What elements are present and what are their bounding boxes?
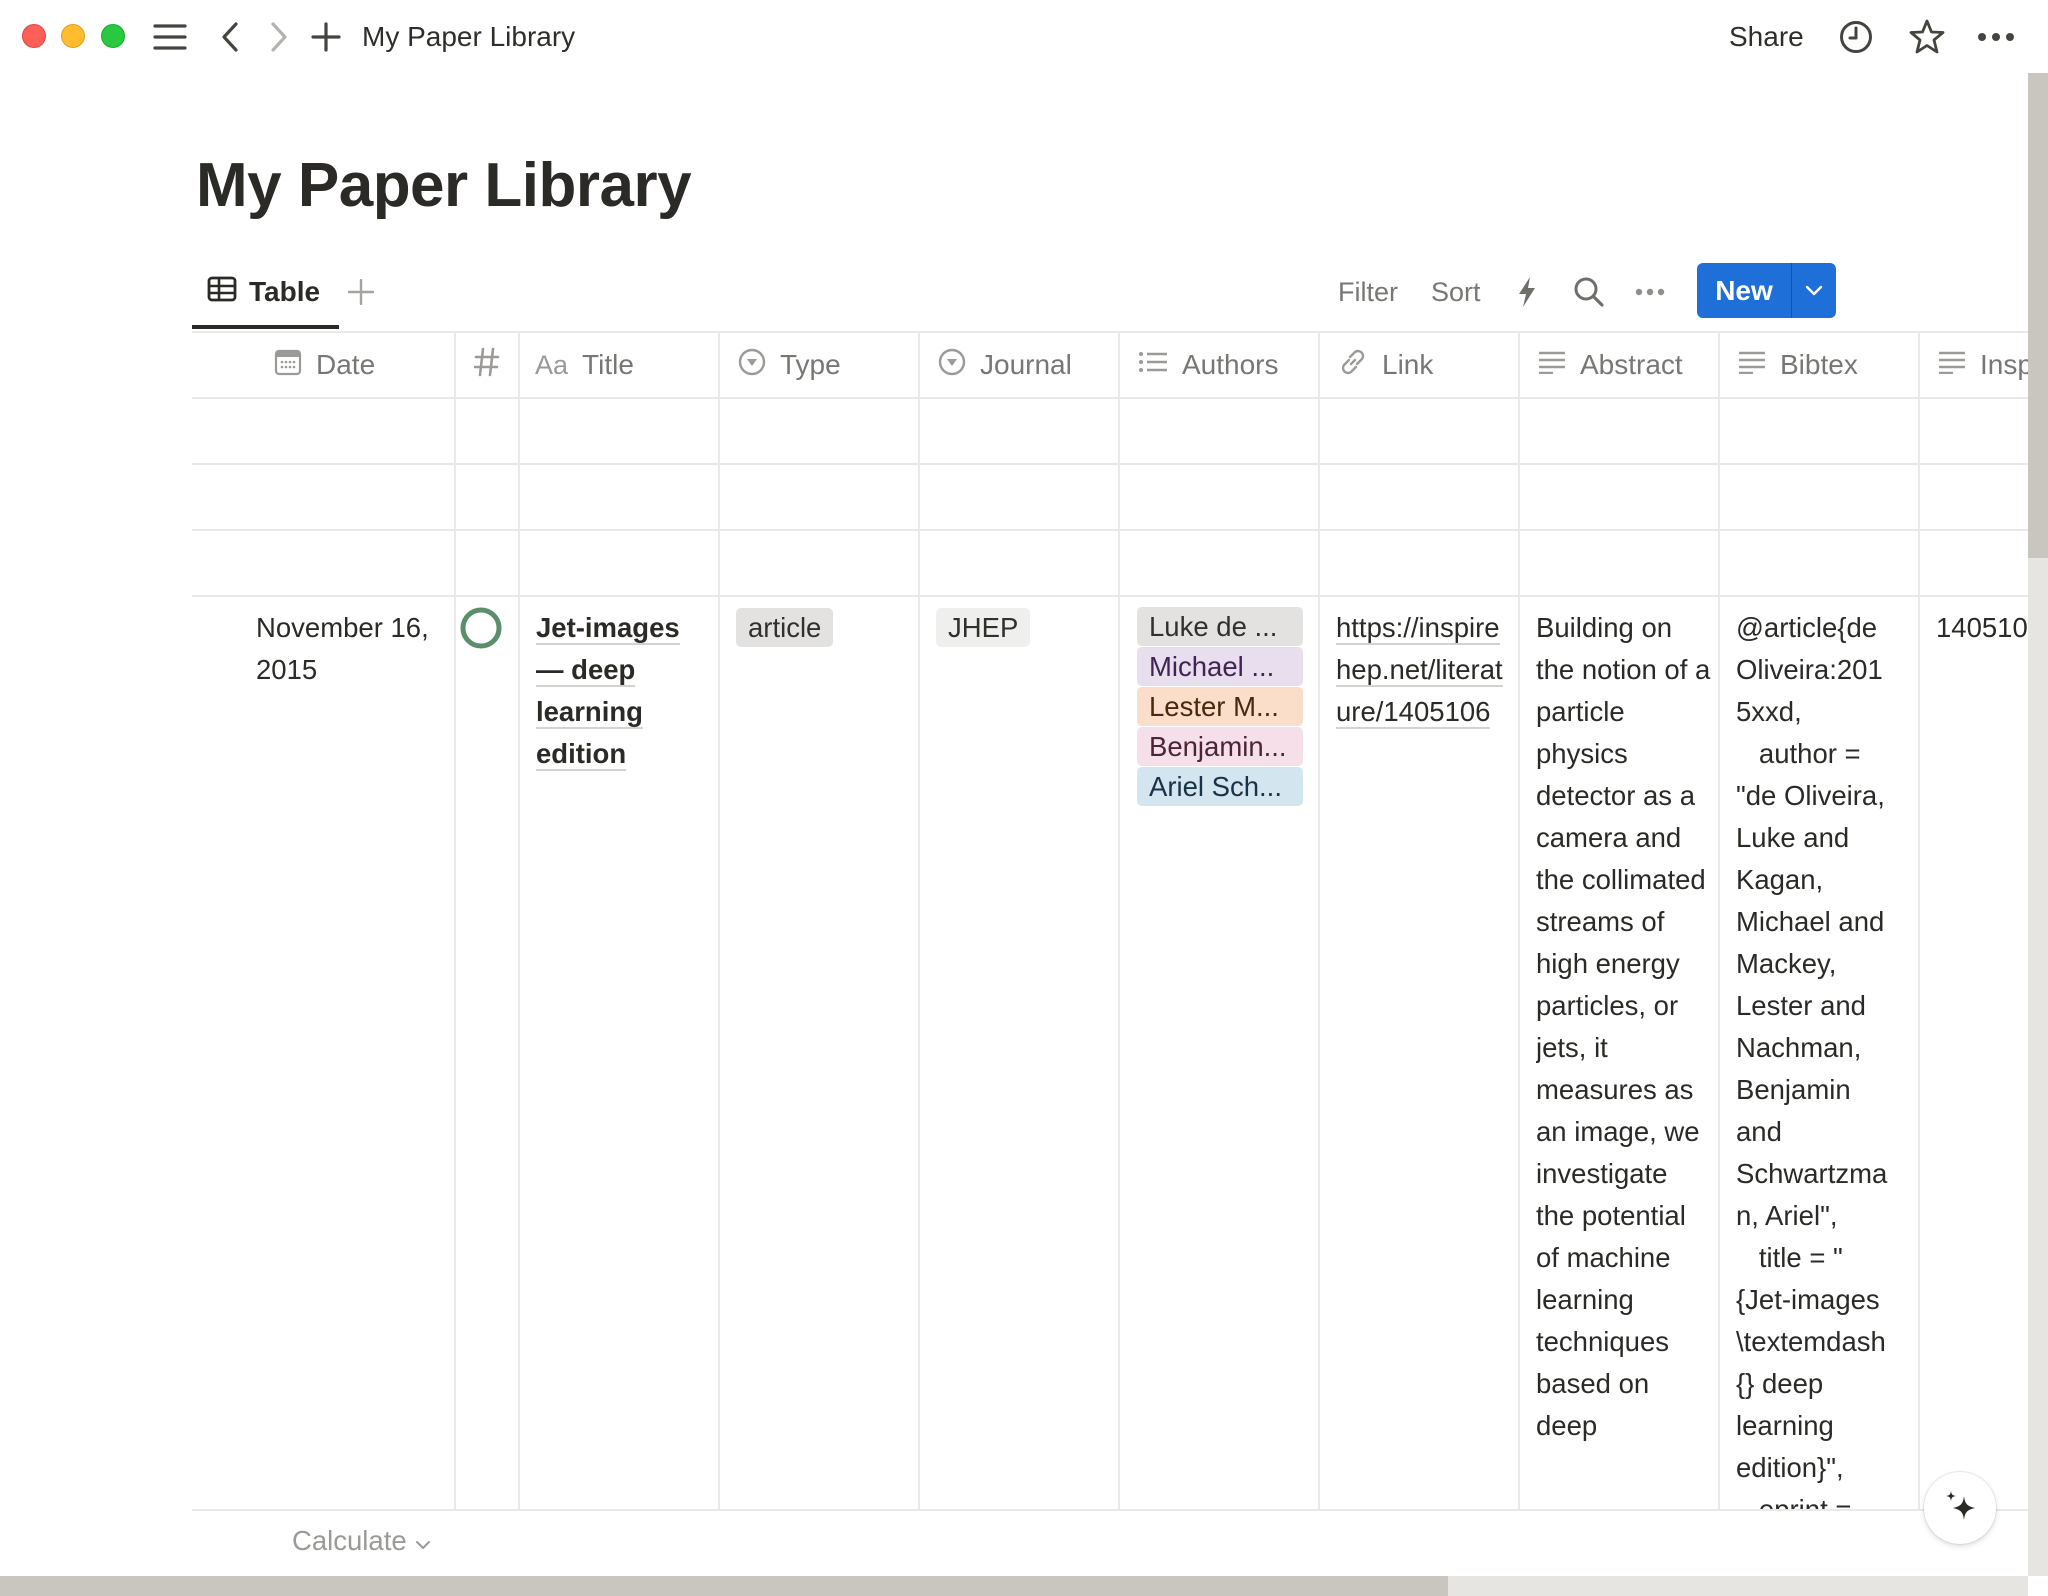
author-pill: Benjamin... <box>1137 727 1303 766</box>
minimize-window-button[interactable] <box>61 24 85 48</box>
sort-button[interactable]: Sort <box>1431 272 1481 312</box>
tab-label: Table <box>249 276 321 307</box>
column-header-bibtex[interactable]: Bibtex <box>1738 333 1858 397</box>
author-pill: Michael ... <box>1137 647 1303 686</box>
close-window-button[interactable] <box>22 24 46 48</box>
column-label: Type <box>780 349 841 380</box>
column-label: Date <box>316 349 376 380</box>
ai-assistant-button[interactable] <box>1924 1472 1996 1544</box>
filter-button[interactable]: Filter <box>1338 272 1398 312</box>
add-view-plus-icon[interactable] <box>348 272 374 312</box>
forward-icon[interactable] <box>265 16 293 58</box>
author-pill: Luke de ... <box>1137 607 1303 646</box>
search-icon[interactable] <box>1573 272 1605 312</box>
link-icon <box>1338 347 1368 384</box>
calculate-label: Calculate <box>292 1525 407 1556</box>
table-icon <box>207 276 237 309</box>
column-label: Journal <box>980 349 1072 380</box>
calculate-button[interactable]: Calculate <box>292 1525 431 1557</box>
column-header-authors[interactable]: Authors <box>1138 333 1279 397</box>
column-header-abstract[interactable]: Abstract <box>1538 333 1683 397</box>
column-header-type[interactable]: Type <box>738 333 841 397</box>
back-icon[interactable] <box>216 16 244 58</box>
select-icon <box>938 348 966 383</box>
abstract-cell[interactable]: Building on the notion of a particle phy… <box>1536 607 1712 1511</box>
text-lines-icon <box>1538 349 1566 381</box>
text-lines-icon <box>1738 349 1766 381</box>
column-label: Insp <box>1980 349 2028 380</box>
select-icon <box>738 348 766 383</box>
chevron-down-icon[interactable] <box>1792 263 1836 318</box>
bibtex-cell[interactable]: @article{de Oliveira:201 5xxd, author = … <box>1736 607 1912 1511</box>
column-label: Abstract <box>1580 349 1683 380</box>
journal-pill: JHEP <box>936 608 1031 647</box>
author-pill: Lester M... <box>1137 687 1303 726</box>
new-page-plus-icon[interactable] <box>310 16 342 58</box>
column-header-number[interactable] <box>473 333 500 397</box>
automation-bolt-icon[interactable] <box>1516 272 1538 312</box>
text-lines-icon <box>1938 349 1966 381</box>
page-title: My Paper Library <box>196 151 692 220</box>
new-button-label[interactable]: New <box>1697 263 1792 318</box>
author-pill: Ariel Sch... <box>1137 767 1303 806</box>
page-title-link[interactable]: Jet-images — deep learning edition <box>536 612 680 771</box>
title-bar: My Paper Library Share <box>0 0 2048 74</box>
table-row-empty[interactable] <box>192 399 2028 463</box>
sparkle-icon <box>1940 1486 1980 1531</box>
table-row-empty[interactable] <box>192 531 2028 595</box>
table-row-empty[interactable] <box>192 465 2028 529</box>
database-table: Date Aa Title Type Journal Authors Link <box>192 331 2028 1511</box>
maximize-window-button[interactable] <box>101 24 125 48</box>
title-cell[interactable]: Jet-images — deep learning edition <box>536 607 706 775</box>
inspire-link[interactable]: https://inspirehep.net/literature/140510… <box>1336 612 1503 729</box>
chevron-down-icon <box>415 1525 431 1557</box>
column-header-inspire[interactable]: Insp <box>1938 333 2028 397</box>
new-button[interactable]: New <box>1697 263 1836 318</box>
journal-cell[interactable]: JHEP <box>936 607 1031 649</box>
column-header-link[interactable]: Link <box>1338 333 1433 397</box>
column-label: Authors <box>1182 349 1279 380</box>
link-cell[interactable]: https://inspirehep.net/literature/140510… <box>1336 607 1508 733</box>
column-label: Bibtex <box>1780 349 1858 380</box>
hash-icon <box>473 347 500 384</box>
vertical-scrollbar-thumb[interactable] <box>2028 73 2048 558</box>
column-header-date[interactable]: Date <box>274 333 375 397</box>
calendar-icon <box>274 348 302 383</box>
history-clock-icon[interactable] <box>1838 16 1874 58</box>
more-view-options-icon[interactable] <box>1635 272 1665 312</box>
window-title: My Paper Library <box>362 21 576 52</box>
sidebar-menu-icon[interactable] <box>152 16 188 58</box>
multi-select-icon <box>1138 349 1168 381</box>
type-pill: article <box>736 608 834 647</box>
column-label: Link <box>1382 349 1434 380</box>
table-divider <box>192 595 2028 597</box>
inspire-id-cell[interactable]: 140510 <box>1936 607 2028 649</box>
text-aa-icon: Aa <box>535 349 569 380</box>
horizontal-scrollbar-thumb[interactable] <box>0 1576 1448 1596</box>
more-options-icon[interactable] <box>1976 16 2016 58</box>
column-label: Title <box>582 349 634 380</box>
active-tab-indicator <box>192 325 339 329</box>
column-header-title[interactable]: Aa Title <box>535 333 634 397</box>
status-circle-icon[interactable] <box>460 607 502 649</box>
type-cell[interactable]: article <box>736 607 834 649</box>
authors-cell[interactable]: Luke de ... Michael ... Lester M... Benjami… <box>1120 607 1318 877</box>
favorite-star-icon[interactable] <box>1908 16 1946 58</box>
table-bottom-divider <box>192 1509 2028 1511</box>
column-header-journal[interactable]: Journal <box>938 333 1072 397</box>
date-cell[interactable]: November 16, 2015 <box>256 607 436 691</box>
share-button[interactable]: Share <box>1729 18 1804 56</box>
tab-table-view[interactable]: Table <box>207 272 320 312</box>
